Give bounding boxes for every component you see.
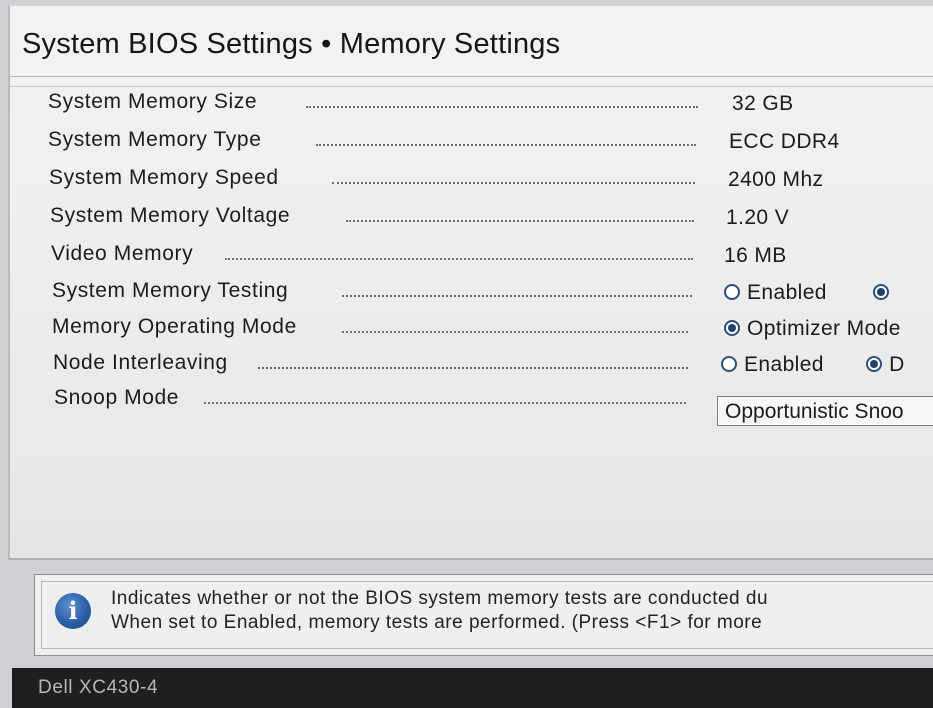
setting-label: Node Interleaving (53, 351, 228, 374)
settings-panel: System BIOS Settings • Memory Settings S… (8, 6, 933, 560)
setting-row-node-interleaving: Node Interleaving Enabled D (53, 351, 933, 377)
node-interleaving-disabled-radio[interactable]: D (866, 353, 905, 376)
leader-dots (204, 402, 686, 404)
setting-label: Memory Operating Mode (52, 315, 297, 338)
leader-dots (316, 144, 696, 146)
setting-label: System Memory Testing (52, 279, 289, 302)
leader-dots (306, 106, 698, 108)
radio-selected-icon (866, 356, 883, 372)
radio-unselected-icon (724, 284, 740, 300)
leader-dots (225, 258, 693, 260)
optimizer-mode-label: Optimizer Mode (747, 317, 901, 340)
setting-row-operating-mode: Memory Operating Mode Optimizer Mode (52, 315, 933, 341)
setting-label: System Memory Speed (49, 166, 279, 189)
setting-row-memory-size: System Memory Size 32 GB (48, 90, 933, 116)
node-interleaving-disabled-label: D (889, 353, 905, 376)
setting-label: Snoop Mode (54, 386, 180, 409)
optimizer-mode-radio[interactable]: Optimizer Mode (724, 317, 901, 340)
info-icon: i (55, 593, 91, 629)
leader-dots (342, 295, 692, 297)
setting-label: System Memory Type (48, 128, 262, 151)
operating-mode-options: Optimizer Mode (724, 317, 901, 341)
page-title: System BIOS Settings • Memory Settings (22, 28, 561, 60)
memory-testing-options: Enabled (724, 281, 896, 305)
memory-speed-value: 2400 Mhz (728, 168, 824, 191)
setting-row-memory-voltage: System Memory Voltage 1.20 V (50, 204, 933, 230)
radio-selected-icon (724, 320, 740, 336)
help-line-2: When set to Enabled, memory tests are pe… (111, 612, 763, 633)
setting-label: System Memory Size (48, 90, 258, 113)
setting-row-video-memory: Video Memory 16 MB (51, 242, 933, 268)
radio-selected-icon (873, 284, 890, 300)
setting-label: System Memory Voltage (50, 204, 291, 227)
leader-dots (258, 367, 688, 369)
setting-row-memory-type: System Memory Type ECC DDR4 (48, 128, 933, 154)
leader-dots (346, 220, 694, 222)
help-line-1: Indicates whether or not the BIOS system… (111, 588, 769, 609)
leader-dots (332, 182, 695, 184)
title-divider-lower (10, 86, 933, 87)
memory-voltage-value: 1.20 V (726, 206, 790, 229)
setting-row-memory-speed: System Memory Speed 2400 Mhz (49, 166, 933, 192)
memory-testing-disabled-radio[interactable] (873, 281, 896, 304)
node-interleaving-enabled-label: Enabled (744, 353, 824, 376)
leader-dots (342, 331, 688, 333)
video-memory-value: 16 MB (724, 244, 787, 267)
node-interleaving-options: Enabled D (721, 353, 905, 377)
setting-label: Video Memory (51, 242, 194, 265)
title-divider (10, 76, 933, 77)
memory-size-value: 32 GB (732, 92, 794, 115)
setting-row-snoop-mode: Snoop Mode (54, 386, 714, 412)
radio-unselected-icon (721, 356, 737, 372)
setting-row-memory-testing: System Memory Testing Enabled (52, 279, 933, 305)
memory-testing-enabled-label: Enabled (747, 281, 827, 304)
help-panel: i Indicates whether or not the BIOS syst… (34, 574, 933, 656)
snoop-mode-select[interactable]: Opportunistic Snoo (717, 396, 933, 426)
node-interleaving-enabled-radio[interactable]: Enabled (721, 353, 824, 376)
footer-bar: Dell XC430-4 (12, 668, 933, 708)
memory-testing-enabled-radio[interactable]: Enabled (724, 281, 827, 304)
memory-type-value: ECC DDR4 (729, 130, 840, 153)
help-text: Indicates whether or not the BIOS system… (111, 587, 768, 635)
model-name: Dell XC430-4 (38, 677, 159, 698)
